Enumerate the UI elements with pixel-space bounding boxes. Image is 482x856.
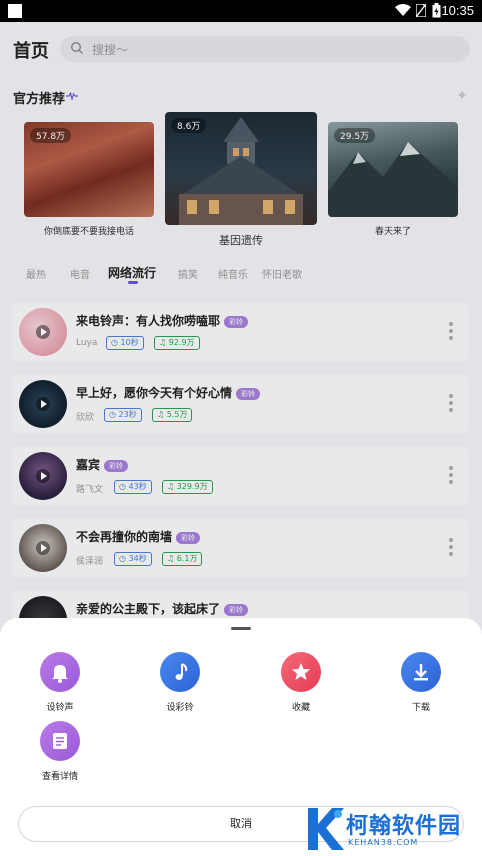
set-ringtone-label: 设铃声: [46, 703, 74, 713]
watermark-url: KEHAN38.COM: [348, 838, 419, 847]
set-ringtone-button[interactable]: 设铃声: [20, 652, 100, 713]
clock: 10:35: [441, 3, 474, 18]
notification-icon: [8, 4, 22, 18]
status-bar: 10:35: [0, 0, 482, 22]
favorite-label: 收藏: [291, 703, 310, 713]
bell-icon: [40, 652, 80, 692]
no-sim-icon: [416, 4, 426, 17]
k-logo-icon: [308, 808, 344, 850]
details-icon: [40, 721, 80, 761]
download-button[interactable]: 下载: [381, 652, 461, 713]
watermark-logo: 柯翰软件园 KEHAN38.COM: [300, 800, 480, 856]
favorite-button[interactable]: 收藏: [261, 652, 341, 713]
music-note-icon: [160, 652, 200, 692]
view-details-label: 查看详情: [41, 772, 78, 782]
download-label: 下载: [411, 703, 430, 713]
battery-icon: [432, 3, 441, 18]
watermark-title: 柯翰软件园: [346, 814, 462, 839]
sheet-handle[interactable]: [231, 627, 251, 630]
set-ringback-label: 设彩铃: [166, 703, 194, 713]
wifi-icon: [395, 4, 411, 16]
star-icon: [281, 652, 321, 692]
set-ringback-button[interactable]: 设彩铃: [140, 652, 220, 713]
download-icon: [401, 652, 441, 692]
view-details-button[interactable]: 查看详情: [20, 721, 100, 782]
